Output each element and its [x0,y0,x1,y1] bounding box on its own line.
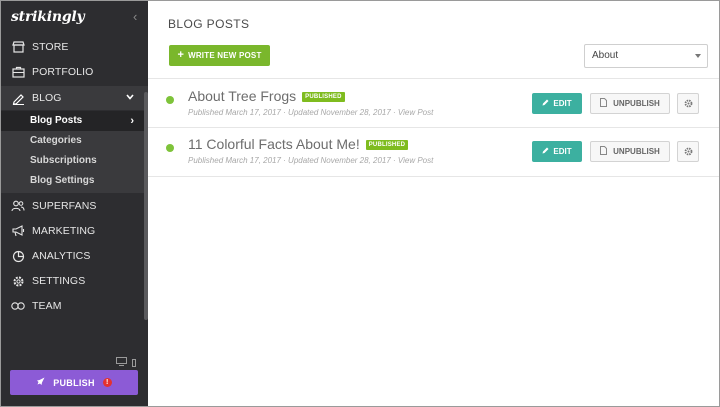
window-frame [0,0,720,407]
